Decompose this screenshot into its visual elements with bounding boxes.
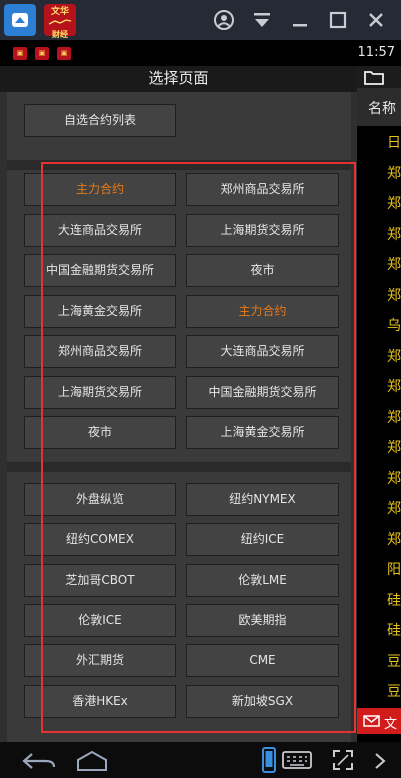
back-icon[interactable] <box>20 750 58 772</box>
background-toolbar <box>355 66 401 88</box>
background-row-name[interactable]: 日 <box>387 128 401 158</box>
background-row-name[interactable]: 郑 <box>387 433 401 463</box>
account-button[interactable] <box>212 8 236 32</box>
maximize-button[interactable] <box>326 8 350 32</box>
background-row-name[interactable]: 郑 <box>387 464 401 494</box>
close-button[interactable] <box>364 8 388 32</box>
emulator-title-bar: 文华 财经 <box>0 0 401 40</box>
background-row-name[interactable]: 阳 <box>387 555 401 585</box>
emulator-screen: 文华 财经 ▣ ▣ ▣ 11:57 名称 日 郑 郑 郑 郑 郑 乌 郑 郑 郑… <box>0 0 401 778</box>
maximize-icon <box>329 11 347 29</box>
watchlist-button[interactable]: 自选合约列表 <box>24 104 176 137</box>
folder-icon[interactable] <box>364 69 384 85</box>
highlight-frame <box>41 162 356 733</box>
chevron-right-icon[interactable] <box>374 752 386 770</box>
emulator-home-tab[interactable] <box>4 4 36 36</box>
background-row-name[interactable]: 郑 <box>387 494 401 524</box>
fullscreen-icon[interactable] <box>332 749 354 771</box>
background-row-name[interactable]: 郑 <box>387 525 401 555</box>
trend-icon <box>48 19 72 25</box>
background-row-name[interactable]: 郑 <box>387 250 401 280</box>
mail-button[interactable]: 文 <box>357 708 401 734</box>
navigation-bar <box>0 742 401 778</box>
home-icon <box>12 13 28 27</box>
background-row-name[interactable]: 郑 <box>387 159 401 189</box>
background-row-name[interactable]: 郑 <box>387 403 401 433</box>
app-badge-bottom: 财经 <box>52 30 68 39</box>
notification-icon: ▣ <box>57 47 71 60</box>
mail-icon <box>363 715 380 727</box>
background-row-name[interactable]: 乌 <box>387 311 401 341</box>
keyboard-icon[interactable] <box>282 750 312 770</box>
background-row-name[interactable]: 豆 <box>387 647 401 677</box>
background-row-name[interactable]: 豆 <box>387 677 401 707</box>
dialog-title: 选择页面 <box>0 66 357 92</box>
close-icon <box>369 13 383 27</box>
minimize-icon <box>293 24 307 27</box>
minimize-button[interactable] <box>288 8 312 32</box>
menu-dropdown-button[interactable] <box>250 8 274 32</box>
background-row-name[interactable]: 郑 <box>387 281 401 311</box>
background-row-name[interactable]: 郑 <box>387 220 401 250</box>
status-bar: ▣ ▣ ▣ 11:57 <box>0 40 401 66</box>
clock: 11:57 <box>357 45 395 60</box>
background-row-name[interactable]: 郑 <box>387 342 401 372</box>
background-row-name[interactable]: 硅 <box>387 586 401 616</box>
notification-icon: ▣ <box>13 47 27 60</box>
page-select-dialog: 选择页面 自选合约列表 主力合约 郑州商品交易所 大连商品交易所 上海期货交易所 中国金… <box>0 66 357 742</box>
name-column-label: 名称 <box>368 101 396 117</box>
account-icon <box>214 10 234 30</box>
phone-rotate-icon[interactable] <box>262 747 276 773</box>
wenhua-app-tab[interactable]: 文华 财经 <box>44 4 76 39</box>
background-row-name[interactable]: 郑 <box>387 372 401 402</box>
app-badge-top: 文华 <box>50 7 69 17</box>
background-row-name[interactable]: 硅 <box>387 616 401 646</box>
background-quote-list: 名称 日郑郑郑郑郑乌郑郑郑郑郑郑郑阳硅硅豆豆豆豆 <box>355 66 401 742</box>
name-column-header[interactable]: 名称 <box>355 88 401 126</box>
background-row-name[interactable]: 郑 <box>387 189 401 219</box>
mail-label: 文 <box>384 717 398 732</box>
home-nav-icon[interactable] <box>75 749 109 773</box>
notification-icon: ▣ <box>35 47 49 60</box>
menu-down-icon <box>254 13 270 27</box>
